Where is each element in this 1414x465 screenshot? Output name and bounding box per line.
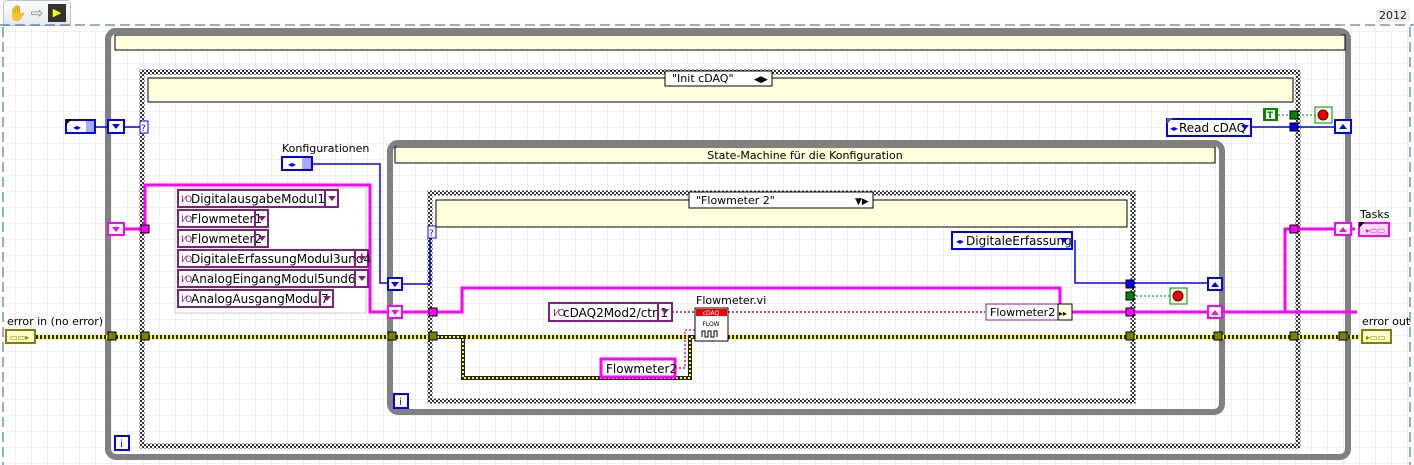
svg-text:AnalogAusgangModul7: AnalogAusgangModul7	[191, 292, 329, 306]
shift-register-left-enum[interactable]	[107, 119, 125, 134]
svg-text:Flowmeter1: Flowmeter1	[191, 212, 262, 226]
svg-text:i: i	[399, 397, 402, 408]
module-ring-constant[interactable]: I⁄OAnalogEingangModul5und6	[177, 269, 369, 288]
tasks-label: Tasks	[1359, 208, 1390, 221]
svg-text:cDAQ2Mod2/ctrl1: cDAQ2Mod2/ctrl1	[563, 306, 668, 320]
inner-shift-register-right-enum[interactable]	[1207, 277, 1223, 291]
block-diagram: ✋ ⇨ ▶ 2012 "Init cDAQ" ◀▶ State-Machine …	[0, 0, 1414, 465]
outer-case-selector-label: "Init cDAQ"	[672, 72, 734, 85]
svg-text:Read cDAQ: Read cDAQ	[1179, 121, 1246, 135]
svg-text:DigitaleErfassungModul3und4: DigitaleErfassungModul3und4	[191, 252, 371, 266]
inner-shift-register-left-cluster[interactable]	[387, 305, 403, 319]
svg-text:▸▸: ▸▸	[1059, 309, 1067, 318]
true-constant[interactable]: T	[1263, 108, 1278, 121]
svg-text:?: ?	[141, 124, 146, 134]
svg-text:▸▭▭: ▸▭▭	[1366, 226, 1385, 235]
svg-text:◂▸: ◂▸	[956, 237, 964, 246]
next-state-inner-enum[interactable]: ◂▸ DigitaleErfassung	[951, 231, 1073, 250]
inner-case-selector-label: "Flowmeter 2"	[696, 194, 775, 207]
module-ring-constant[interactable]: I⁄OFlowmeter1	[177, 209, 269, 228]
svg-text:◂▸: ◂▸	[73, 123, 81, 132]
shift-register-right-enum[interactable]	[1334, 119, 1352, 134]
svg-text:Flowmeter2: Flowmeter2	[191, 232, 262, 246]
svg-text:DigitalausgabeModul1: DigitalausgabeModul1	[191, 192, 325, 206]
enum-control[interactable]: ◂▸	[65, 119, 96, 134]
module-ring-constant[interactable]: I⁄ODigitalausgabeModul1	[177, 189, 339, 208]
svg-text:FLOW: FLOW	[702, 321, 719, 328]
error-in-control[interactable]: ▭▭▸	[5, 329, 36, 344]
bundle-by-name[interactable]: Flowmeter2 ▸▸	[985, 303, 1073, 321]
iteration-terminal: i	[393, 393, 409, 409]
svg-text:DigitaleErfassung: DigitaleErfassung	[966, 234, 1072, 248]
svg-text:?: ?	[429, 229, 434, 239]
svg-text:Flowmeter2: Flowmeter2	[606, 362, 677, 376]
outer-loop-header	[114, 34, 1346, 51]
svg-text:AnalogEingangModul5und6: AnalogEingangModul5und6	[191, 272, 356, 286]
svg-text:▸▭▭: ▸▭▭	[1366, 333, 1385, 342]
shift-register-left-cluster[interactable]	[107, 222, 125, 236]
inner-loop-title: State-Machine für die Konfiguration	[707, 149, 902, 162]
konfigurationen-label: Konfigurationen	[282, 142, 369, 155]
module-ring-constant[interactable]: I⁄OFlowmeter2	[177, 229, 269, 248]
case-selector-terminal: ?	[139, 120, 149, 134]
inner-shift-register-left-enum[interactable]	[387, 277, 403, 291]
module-ring-constant[interactable]: I⁄ODigitaleErfassungModul3und4	[177, 249, 371, 268]
selector-arrows-icon[interactable]: ◀▶	[754, 75, 768, 85]
shift-register-right-cluster[interactable]	[1334, 222, 1352, 236]
svg-text:T: T	[1267, 111, 1274, 121]
subvi-label: Flowmeter.vi	[696, 294, 766, 307]
error-in-label: error in (no error)	[7, 315, 103, 328]
channel-constant[interactable]: I⁄OcDAQ2Mod2/ctrl1	[548, 302, 673, 322]
inner-shift-register-right-cluster[interactable]	[1207, 305, 1223, 319]
module-ring-constant[interactable]: I⁄OAnalogAusgangModul7	[177, 289, 334, 308]
stop-terminal-icon	[1314, 106, 1333, 124]
svg-text:i: i	[120, 439, 123, 450]
svg-text:Flowmeter2: Flowmeter2	[990, 306, 1055, 319]
svg-text:◂▸: ◂▸	[288, 160, 296, 169]
konfigurationen-control[interactable]: ◂▸	[281, 156, 313, 171]
error-out-label: error out	[1362, 315, 1411, 328]
svg-text:cDAQ: cDAQ	[703, 310, 720, 317]
next-state-outer-enum[interactable]: ◂▸ Read cDAQ	[1166, 118, 1252, 137]
stop-terminal-icon	[1169, 287, 1188, 305]
error-out-indicator[interactable]: ▸▭▭	[1361, 329, 1392, 344]
svg-text:◂▸: ◂▸	[1170, 124, 1178, 133]
case-selector-terminal: ?	[427, 225, 437, 239]
tasks-indicator[interactable]: ▸▭▭	[1358, 222, 1390, 237]
flowmeter-subvi[interactable]: cDAQ FLOW	[694, 307, 729, 342]
iteration-terminal: i	[114, 435, 130, 451]
flowmeter-string-constant[interactable]: Flowmeter2	[599, 357, 677, 379]
selector-arrows-icon[interactable]: ▼▶	[855, 197, 869, 207]
diagram-canvas: "Init cDAQ" ◀▶ State-Machine für die Kon…	[0, 24, 1414, 465]
svg-text:▭▭▸: ▭▭▸	[10, 333, 29, 342]
